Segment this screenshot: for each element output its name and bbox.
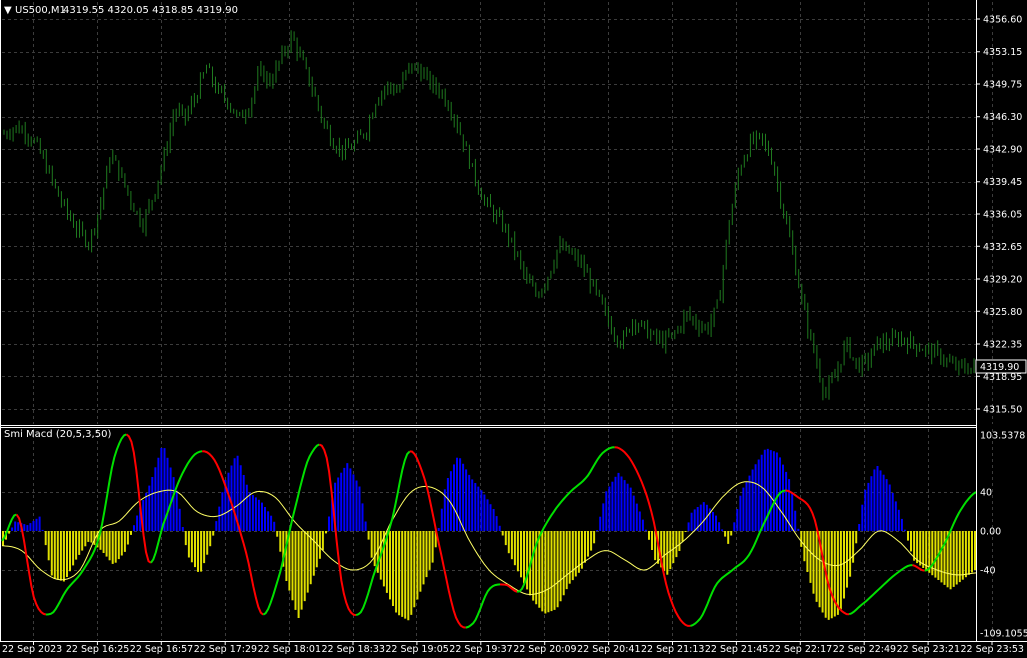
time-tick-label: 22 Sep 22:17 [769,644,832,655]
indicator-tick-label: 0.00 [980,527,1001,538]
indicator-title: Smi Macd (20,5,3,50) [4,429,111,440]
time-tick-label: 22 Sep 16:25 [66,644,129,655]
trading-chart[interactable]: 4356.60 4353.15 4349.75 4346.30 4342.90 4339.… [0,0,1027,658]
price-tick-label: 4332.65 [983,242,1022,253]
price-tick-label: 4356.60 [983,15,1022,26]
indicator-tick-label: 40 [980,488,992,499]
price-tick-label: 4353.15 [983,47,1022,58]
indicator-tick-label: -40 [980,566,996,577]
time-tick-label: 22 Sep 23:53 [961,644,1024,655]
time-tick-label: 22 Sep 20:41 [577,644,640,655]
indicator-tick-label: -109.1055 [980,629,1027,640]
time-tick-label: 22 Sep 18:33 [322,644,385,655]
time-tick-label: 22 Sep 18:01 [258,644,321,655]
time-tick-label: 22 Sep 22:49 [833,644,896,655]
price-tick-label: 4336.05 [983,210,1022,221]
time-tick-label: 22 Sep 17:29 [194,644,257,655]
price-tick-label: 4342.90 [983,145,1022,156]
price-tick-label: 4315.50 [983,405,1022,416]
indicator-tick-label: 103.5378 [980,431,1025,442]
symbol-label: US500,M1 [15,5,66,16]
time-tick-label: 22 Sep 16:57 [130,644,193,655]
time-tick-label: 22 Sep 20:09 [513,644,576,655]
time-tick-label: 22 Sep 19:37 [449,644,512,655]
price-tick-label: 4346.30 [983,112,1022,123]
time-tick-label: 22 Sep 23:21 [897,644,960,655]
time-tick-label: 22 Sep 21:45 [705,644,768,655]
ohlc-values: 4319.55 4320.05 4318.85 4319.90 [63,5,238,16]
price-tick-label: 4329.20 [983,275,1022,286]
current-price-label: 4319.90 [980,362,1019,373]
time-tick-label: 22 Sep 2023 [2,644,62,655]
price-tick-label: 4325.80 [983,307,1022,318]
price-tick-label: 4322.35 [983,340,1022,351]
collapse-arrow-icon[interactable]: ▼ [4,5,12,16]
price-tick-label: 4349.75 [983,80,1022,91]
time-tick-label: 22 Sep 19:05 [385,644,448,655]
price-tick-label: 4339.45 [983,177,1022,188]
time-tick-label: 22 Sep 21:13 [641,644,704,655]
